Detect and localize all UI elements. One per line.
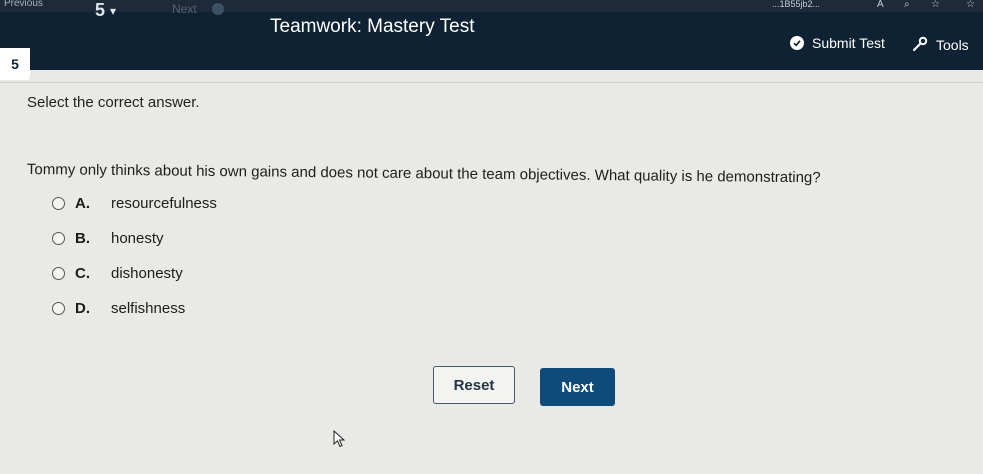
option-letter: D. xyxy=(75,300,90,317)
question-selector[interactable]: 5 xyxy=(95,0,105,21)
page-title: Teamwork: Mastery Test xyxy=(270,16,475,37)
option-text: resourcefulness xyxy=(111,195,217,212)
wrench-icon xyxy=(912,36,928,55)
option-letter: B. xyxy=(75,230,90,247)
option-a[interactable]: A. resourcefulness xyxy=(52,186,217,221)
address-bar[interactable]: ...1B55jb2... xyxy=(772,0,820,9)
option-letter: A. xyxy=(75,195,90,212)
tools-label: Tools xyxy=(936,37,969,53)
answer-options: A. resourcefulness B. honesty C. dishone… xyxy=(52,186,217,326)
previous-link[interactable]: Previous xyxy=(4,0,43,9)
option-text: dishonesty xyxy=(111,265,183,282)
divider xyxy=(0,82,983,83)
radio-button-c[interactable] xyxy=(52,267,65,280)
submit-test-label: Submit Test xyxy=(812,35,885,51)
header-next-link[interactable]: Next xyxy=(172,2,197,16)
option-b[interactable]: B. honesty xyxy=(52,221,217,256)
next-button[interactable]: Next xyxy=(540,368,615,406)
chevron-down-icon[interactable]: ▾ xyxy=(110,4,116,18)
favorites-icon[interactable]: ☆ xyxy=(966,0,975,10)
check-circle-icon xyxy=(790,36,804,50)
mouse-pointer-icon xyxy=(333,430,346,448)
option-c[interactable]: C. dishonesty xyxy=(52,256,217,291)
option-text: selfishness xyxy=(111,300,186,317)
zoom-icon[interactable]: ⌕ xyxy=(904,0,910,10)
text-size-icon[interactable]: A xyxy=(877,0,884,10)
radio-button-a[interactable] xyxy=(52,197,65,210)
browser-toolbar: Previous ...1B55jb2... A ⌕ ☆ ☆ xyxy=(0,0,983,12)
option-text: honesty xyxy=(111,230,164,247)
submit-test-button[interactable]: Submit Test xyxy=(790,32,885,54)
option-letter: C. xyxy=(75,265,90,282)
reset-button[interactable]: Reset xyxy=(433,366,515,404)
option-d[interactable]: D. selfishness xyxy=(52,291,217,326)
favorite-add-icon[interactable]: ☆ xyxy=(931,0,940,10)
question-text: Tommy only thinks about his own gains an… xyxy=(26,161,821,187)
arrow-right-icon[interactable] xyxy=(212,3,224,15)
radio-button-d[interactable] xyxy=(52,302,65,315)
test-header: 5 ▾ Next Teamwork: Mastery Test Submit T… xyxy=(0,0,983,80)
instruction-text: Select the correct answer. xyxy=(27,94,200,111)
question-number-badge: 5 xyxy=(0,48,30,80)
tools-button[interactable]: Tools xyxy=(912,34,969,56)
radio-button-b[interactable] xyxy=(52,232,65,245)
